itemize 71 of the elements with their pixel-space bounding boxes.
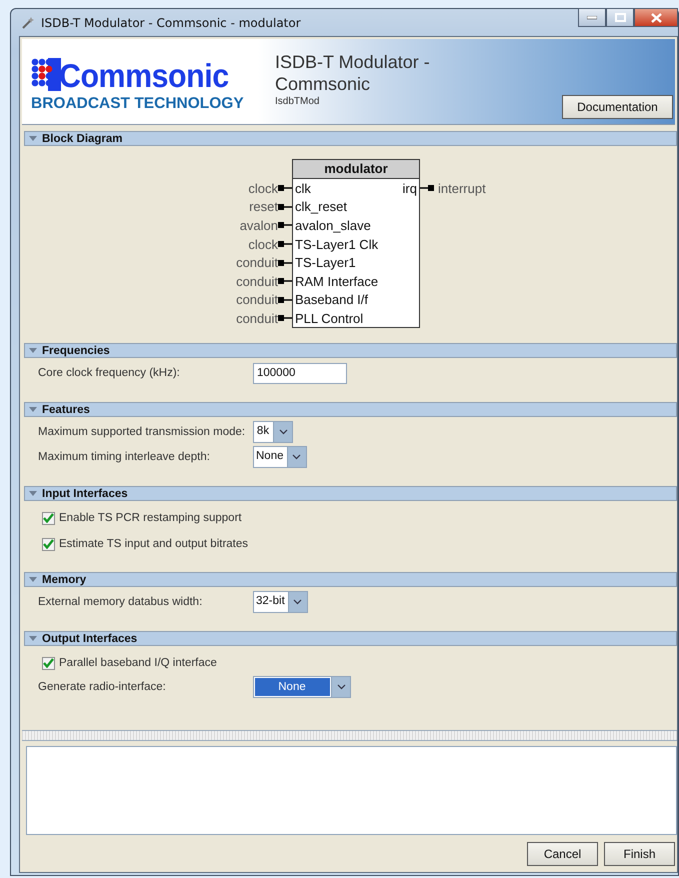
dialog-button[interactable]: Finish (604, 842, 675, 866)
port-label: PLL Control (295, 310, 364, 326)
port-pin-icon (278, 221, 292, 230)
signal-label: reset (249, 199, 278, 214)
chevron-icon (288, 592, 307, 612)
signal-label: avalon (240, 218, 278, 233)
port-pin-icon (278, 277, 292, 286)
port-pin-icon (278, 258, 292, 267)
signal-label: conduit (236, 310, 278, 326)
port-pin-icon (278, 314, 292, 322)
minimize-button[interactable] (578, 8, 606, 27)
signal-label: clock (248, 180, 278, 196)
checkbox-label: Estimate TS input and output bitrates (59, 538, 248, 550)
signal-label: conduit (236, 274, 278, 289)
section-header[interactable]: Output Interfaces (24, 631, 677, 646)
dropdown[interactable]: None (253, 676, 351, 698)
field-label: Generate radio-interface: (38, 681, 167, 693)
checkbox[interactable] (42, 512, 55, 524)
port-label: avalon_slave (295, 218, 371, 233)
signal-label: conduit (236, 292, 278, 308)
section-header[interactable]: Features (24, 402, 677, 417)
logo-tagline: BROADCAST TECHNOLOGY (31, 95, 245, 113)
close-icon (650, 12, 662, 22)
section-header[interactable]: Block Diagram (24, 131, 677, 146)
documentation-button[interactable]: Documentation (562, 95, 673, 119)
port-pin-icon (420, 184, 434, 192)
logo-icon (31, 58, 63, 92)
chevron-icon (273, 422, 292, 442)
port-label: RAM Interface (295, 274, 378, 289)
chevron-icon (286, 447, 306, 467)
wand-icon (21, 16, 35, 30)
signal-label: clock (248, 236, 278, 252)
input-field[interactable]: 100000 (253, 362, 347, 384)
checkbox[interactable] (42, 656, 55, 670)
port-pin-icon (278, 296, 292, 304)
window-title: ISDB-T Modulator - Commsonic - modulator (41, 16, 301, 30)
signal-label: interrupt (438, 180, 486, 196)
section-header[interactable]: Frequencies (24, 343, 677, 358)
field-label: Core clock frequency (kHz): (38, 367, 181, 379)
section-header[interactable]: Input Interfaces (24, 486, 677, 501)
dropdown[interactable]: 8k (253, 421, 293, 443)
checkbox-label: Enable TS PCR restamping support (59, 512, 242, 524)
chevron-icon (331, 677, 350, 697)
field-label: Maximum timing interleave depth: (38, 451, 211, 463)
port-pin-icon (278, 202, 292, 211)
maximize-button[interactable] (606, 8, 634, 27)
checkbox[interactable] (42, 538, 55, 550)
port-label: clk_reset (295, 199, 348, 214)
maximize-icon (614, 13, 626, 22)
port-label: TS-Layer1 (295, 255, 356, 270)
port-pin-icon (278, 184, 292, 192)
port-label: Baseband I/f (295, 292, 368, 308)
port-label: irq (402, 180, 417, 196)
field-label: External memory databus width: (38, 596, 204, 608)
component-name: modulator (293, 160, 419, 179)
splitter-handle[interactable] (22, 730, 677, 741)
close-button[interactable] (634, 8, 678, 27)
port-pin-icon (278, 240, 292, 248)
field-label: Maximum supported transmission mode: (38, 426, 246, 438)
checkbox-label: Parallel baseband I/Q interface (59, 657, 217, 669)
dialog-heading: ISDB-T Modulator - Commsonic (275, 51, 431, 95)
port-label: TS-Layer1 Clk (295, 236, 378, 252)
port-label: clk (295, 180, 311, 196)
signal-label: conduit (236, 255, 278, 270)
dropdown[interactable]: 32-bit (253, 591, 308, 613)
dialog-subtitle: IsdbTMod (275, 96, 320, 107)
logo-name: Commsonic (59, 60, 229, 92)
dialog-button[interactable]: Cancel (527, 842, 598, 866)
minimize-icon (587, 16, 597, 20)
dropdown[interactable]: None (253, 446, 306, 468)
section-header[interactable]: Memory (24, 572, 677, 587)
